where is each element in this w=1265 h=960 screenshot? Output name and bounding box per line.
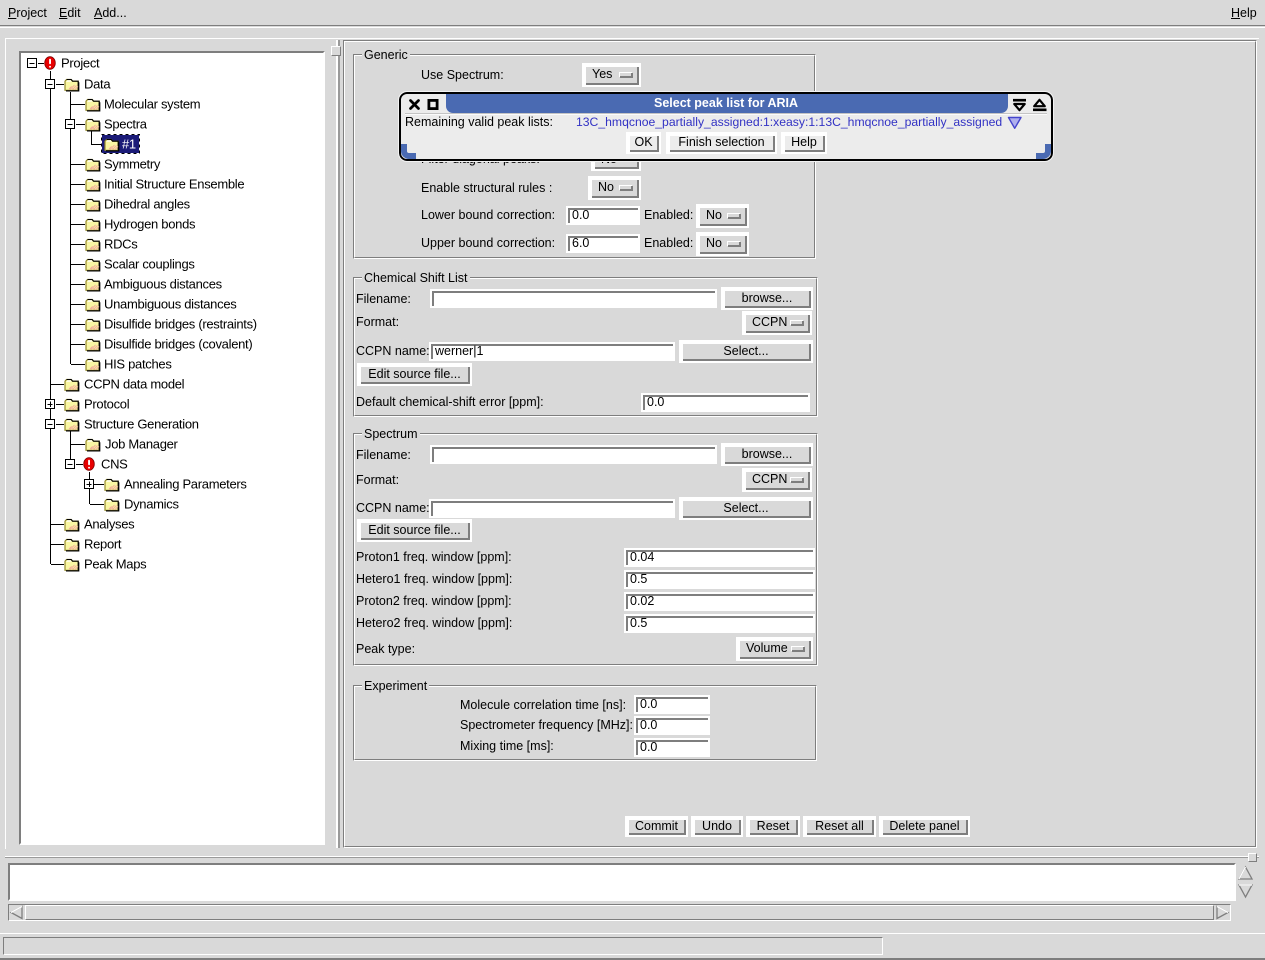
svg-text:Project: Project xyxy=(61,56,100,71)
svg-text:HIS patches: HIS patches xyxy=(104,357,172,372)
svg-text:Peak Maps: Peak Maps xyxy=(84,557,147,572)
svg-text:Dynamics: Dynamics xyxy=(124,497,179,512)
svg-text:CCPN data model: CCPN data model xyxy=(84,377,185,392)
svg-text:Ambiguous distances: Ambiguous distances xyxy=(104,277,223,292)
svg-text:Dihedral angles: Dihedral angles xyxy=(104,197,191,212)
svg-text:Report: Report xyxy=(84,537,122,552)
svg-text:#1: #1 xyxy=(122,137,136,152)
svg-text:Job Manager: Job Manager xyxy=(105,437,179,452)
svg-text:Data: Data xyxy=(84,77,111,92)
svg-text:RDCs: RDCs xyxy=(104,237,138,252)
svg-text:Scalar couplings: Scalar couplings xyxy=(104,257,195,272)
svg-text:CNS: CNS xyxy=(101,457,128,472)
svg-text:Molecular system: Molecular system xyxy=(104,97,200,112)
svg-text:Analyses: Analyses xyxy=(84,517,135,532)
svg-text:Annealing Parameters: Annealing Parameters xyxy=(124,477,247,492)
svg-text:Protocol: Protocol xyxy=(84,397,130,412)
svg-text:Unambiguous distances: Unambiguous distances xyxy=(104,297,237,312)
svg-text:Initial Structure Ensemble: Initial Structure Ensemble xyxy=(104,177,244,192)
svg-text:Structure Generation: Structure Generation xyxy=(84,417,199,432)
svg-text:Disulfide bridges (restraints): Disulfide bridges (restraints) xyxy=(104,317,257,332)
svg-text:Disulfide bridges (covalent): Disulfide bridges (covalent) xyxy=(104,337,252,352)
svg-text:Spectra: Spectra xyxy=(104,117,148,132)
svg-text:Symmetry: Symmetry xyxy=(104,157,161,172)
svg-text:Hydrogen bonds: Hydrogen bonds xyxy=(104,217,196,232)
